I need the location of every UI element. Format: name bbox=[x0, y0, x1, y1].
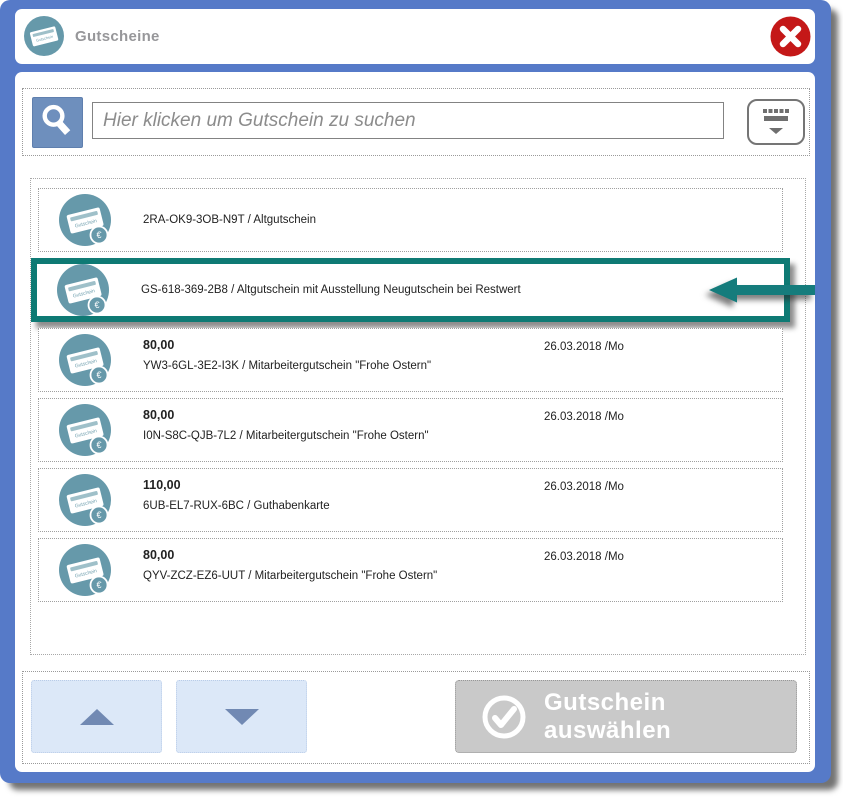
scroll-up-button[interactable] bbox=[31, 680, 162, 753]
voucher-code: YW3-6GL-3E2-I3K / Mitarbeitergutschein "… bbox=[143, 360, 431, 372]
voucher-code: QYV-ZCZ-EZ6-UUT / Mitarbeitergutschein "… bbox=[143, 570, 437, 582]
voucher-amount: 80,00 bbox=[143, 548, 174, 562]
footer-bar: Gutschein auswählen bbox=[22, 671, 810, 764]
svg-text:€: € bbox=[94, 300, 99, 310]
voucher-date: 26.03.2018 /Mo bbox=[544, 551, 624, 563]
voucher-list-item[interactable]: Gutschein € 80,00 QYV-ZCZ-EZ6-UUT / Mita… bbox=[38, 538, 783, 602]
voucher-list-item[interactable]: Gutschein € GS-618-369-2B8 / Altgutschei… bbox=[31, 258, 790, 322]
voucher-icon: Gutschein € bbox=[59, 194, 111, 246]
voucher-icon: Gutschein € bbox=[57, 264, 109, 316]
voucher-date: 26.03.2018 /Mo bbox=[544, 481, 624, 493]
triangle-down-icon bbox=[225, 709, 259, 725]
voucher-icon: Gutschein € bbox=[59, 474, 111, 526]
voucher-list-item[interactable]: Gutschein € 110,00 6UB-EL7-RUX-6BC / Gut… bbox=[38, 468, 783, 532]
voucher-list-item[interactable]: Gutschein € 2RA-OK9-3OB-N9T / Altgutsche… bbox=[38, 188, 783, 252]
voucher-app-icon: Gutschein bbox=[24, 16, 64, 56]
select-voucher-button[interactable]: Gutschein auswählen bbox=[455, 680, 797, 753]
voucher-code: GS-618-369-2B8 / Altgutschein mit Ausste… bbox=[141, 284, 521, 296]
voucher-amount: 110,00 bbox=[143, 478, 181, 492]
svg-text:€: € bbox=[96, 440, 101, 450]
close-icon bbox=[770, 16, 811, 57]
gutscheine-dialog: Gutschein Gutscheine bbox=[0, 0, 831, 783]
triangle-up-icon bbox=[80, 709, 114, 725]
keyboard-button[interactable] bbox=[747, 99, 805, 145]
voucher-code: 6UB-EL7-RUX-6BC / Guthabenkarte bbox=[143, 500, 330, 512]
svg-text:€: € bbox=[96, 370, 101, 380]
voucher-icon: Gutschein € bbox=[59, 544, 111, 596]
svg-text:€: € bbox=[96, 510, 101, 520]
select-voucher-label: Gutschein auswählen bbox=[544, 689, 796, 745]
voucher-date: 26.03.2018 /Mo bbox=[544, 341, 624, 353]
voucher-amount: 80,00 bbox=[143, 408, 174, 422]
search-input[interactable] bbox=[92, 102, 724, 139]
title-bar: Gutschein Gutscheine bbox=[15, 9, 815, 64]
voucher-list-item[interactable]: Gutschein € 80,00 I0N-S8C-QJB-7L2 / Mita… bbox=[38, 398, 783, 462]
voucher-list-item[interactable]: Gutschein € 80,00 YW3-6GL-3E2-I3K / Mita… bbox=[38, 328, 783, 392]
checkmark-icon bbox=[480, 693, 528, 741]
search-icon bbox=[35, 100, 80, 145]
keyboard-icon bbox=[756, 103, 796, 139]
svg-text:€: € bbox=[96, 230, 101, 240]
voucher-code: I0N-S8C-QJB-7L2 / Mitarbeitergutschein "… bbox=[143, 430, 429, 442]
search-button[interactable] bbox=[32, 97, 83, 148]
main-panel: Gutschein € 2RA-OK9-3OB-N9T / Altgutsche… bbox=[15, 72, 815, 772]
voucher-icon: Gutschein € bbox=[59, 404, 111, 456]
search-section bbox=[22, 88, 810, 156]
close-button[interactable] bbox=[770, 16, 811, 57]
selection-arrow-icon bbox=[707, 277, 815, 304]
scroll-down-button[interactable] bbox=[176, 680, 307, 753]
voucher-icon: Gutschein € bbox=[59, 334, 111, 386]
voucher-date: 26.03.2018 /Mo bbox=[544, 411, 624, 423]
voucher-list: Gutschein € 2RA-OK9-3OB-N9T / Altgutsche… bbox=[30, 178, 806, 655]
page-title: Gutscheine bbox=[75, 9, 160, 64]
svg-text:€: € bbox=[96, 580, 101, 590]
voucher-code: 2RA-OK9-3OB-N9T / Altgutschein bbox=[143, 214, 316, 226]
voucher-amount: 80,00 bbox=[143, 338, 174, 352]
